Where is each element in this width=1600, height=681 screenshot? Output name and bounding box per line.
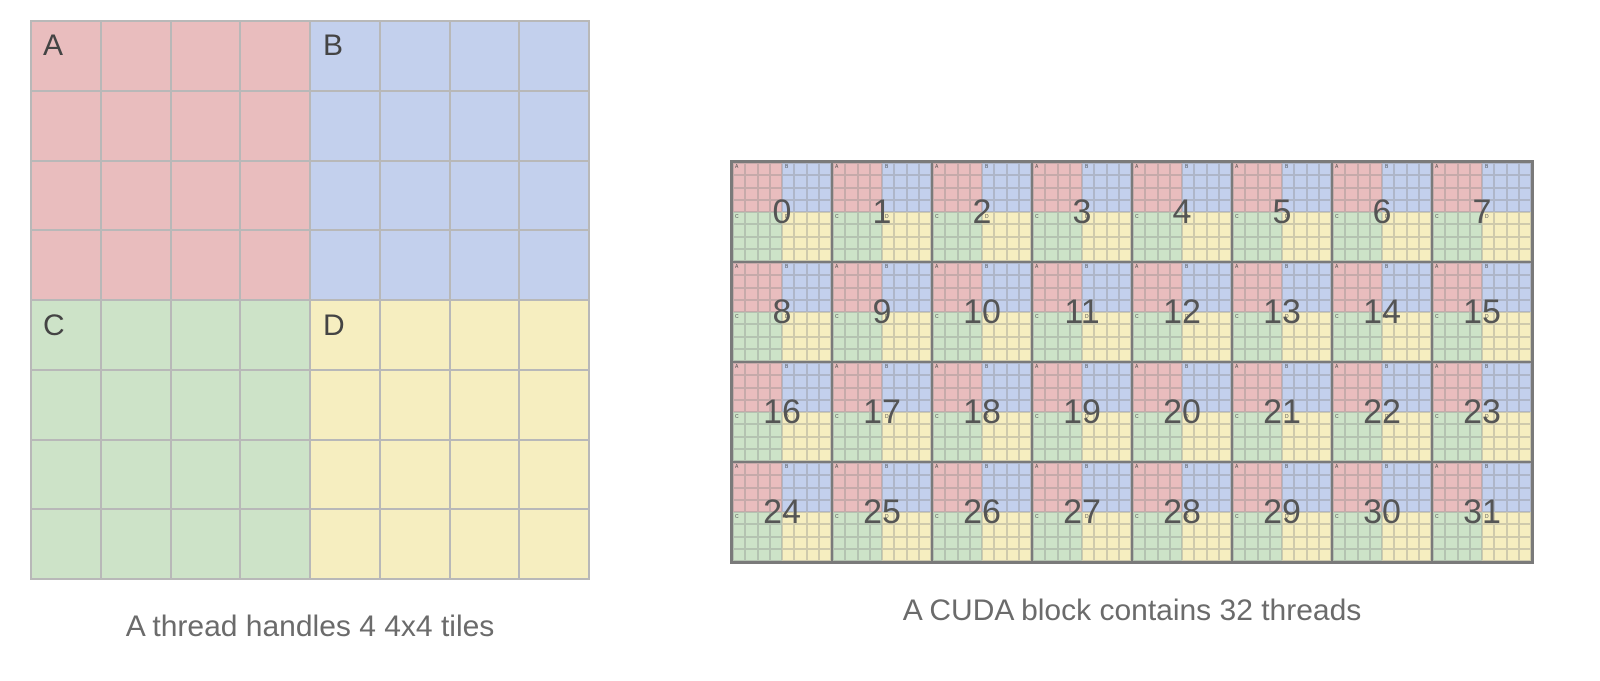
thread-18: ABCD18 xyxy=(932,362,1032,462)
thread-diagram: A B C D xyxy=(30,20,590,580)
thread-2: ABCD2 xyxy=(932,162,1032,262)
thread-number: 11 xyxy=(1033,263,1131,361)
thread-11: ABCD11 xyxy=(1032,262,1132,362)
left-panel: A B C D A thread handles 4 4x4 tiles xyxy=(30,20,590,644)
right-caption: A CUDA block contains 32 threads xyxy=(903,594,1362,628)
thread-5: ABCD5 xyxy=(1232,162,1332,262)
thread-number: 27 xyxy=(1033,463,1131,561)
thread-13: ABCD13 xyxy=(1232,262,1332,362)
thread-8: ABCD8 xyxy=(732,262,832,362)
thread-27: ABCD27 xyxy=(1032,462,1132,562)
thread-25: ABCD25 xyxy=(832,462,932,562)
thread-number: 4 xyxy=(1133,163,1231,261)
thread-7: ABCD7 xyxy=(1432,162,1532,262)
thread-29: ABCD29 xyxy=(1232,462,1332,562)
thread-4: ABCD4 xyxy=(1132,162,1232,262)
right-panel: ABCD0ABCD1ABCD2ABCD3ABCD4ABCD5ABCD6ABCD7… xyxy=(730,160,1534,628)
thread-number: 2 xyxy=(933,163,1031,261)
thread-number: 21 xyxy=(1233,363,1331,461)
label-d: D xyxy=(323,309,345,343)
thread-30: ABCD30 xyxy=(1332,462,1432,562)
thread-number: 31 xyxy=(1433,463,1531,561)
thread-21: ABCD21 xyxy=(1232,362,1332,462)
thread-number: 17 xyxy=(833,363,931,461)
thread-number: 13 xyxy=(1233,263,1331,361)
thread-number: 0 xyxy=(733,163,831,261)
thread-number: 3 xyxy=(1033,163,1131,261)
left-caption: A thread handles 4 4x4 tiles xyxy=(126,610,495,644)
thread-26: ABCD26 xyxy=(932,462,1032,562)
thread-number: 25 xyxy=(833,463,931,561)
thread-14: ABCD14 xyxy=(1332,262,1432,362)
thread-22: ABCD22 xyxy=(1332,362,1432,462)
thread-12: ABCD12 xyxy=(1132,262,1232,362)
cuda-block: ABCD0ABCD1ABCD2ABCD3ABCD4ABCD5ABCD6ABCD7… xyxy=(730,160,1534,564)
thread-number: 28 xyxy=(1133,463,1231,561)
thread-number: 24 xyxy=(733,463,831,561)
thread-number: 20 xyxy=(1133,363,1231,461)
thread-number: 18 xyxy=(933,363,1031,461)
thread-10: ABCD10 xyxy=(932,262,1032,362)
thread-number: 10 xyxy=(933,263,1031,361)
thread-6: ABCD6 xyxy=(1332,162,1432,262)
thread-number: 14 xyxy=(1333,263,1431,361)
thread-number: 22 xyxy=(1333,363,1431,461)
thread-number: 26 xyxy=(933,463,1031,561)
thread-1: ABCD1 xyxy=(832,162,932,262)
label-b: B xyxy=(323,29,343,63)
thread-number: 6 xyxy=(1333,163,1431,261)
thread-0: ABCD0 xyxy=(732,162,832,262)
thread-24: ABCD24 xyxy=(732,462,832,562)
thread-31: ABCD31 xyxy=(1432,462,1532,562)
thread-number: 1 xyxy=(833,163,931,261)
thread-number: 30 xyxy=(1333,463,1431,561)
thread-number: 16 xyxy=(733,363,831,461)
thread-20: ABCD20 xyxy=(1132,362,1232,462)
thread-19: ABCD19 xyxy=(1032,362,1132,462)
thread-number: 5 xyxy=(1233,163,1331,261)
label-a: A xyxy=(43,29,63,63)
thread-number: 15 xyxy=(1433,263,1531,361)
thread-17: ABCD17 xyxy=(832,362,932,462)
thread-number: 23 xyxy=(1433,363,1531,461)
thread-15: ABCD15 xyxy=(1432,262,1532,362)
thread-23: ABCD23 xyxy=(1432,362,1532,462)
thread-number: 8 xyxy=(733,263,831,361)
thread-9: ABCD9 xyxy=(832,262,932,362)
thread-number: 9 xyxy=(833,263,931,361)
thread-number: 7 xyxy=(1433,163,1531,261)
label-c: C xyxy=(43,309,65,343)
thread-number: 12 xyxy=(1133,263,1231,361)
thread-3: ABCD3 xyxy=(1032,162,1132,262)
thread-16: ABCD16 xyxy=(732,362,832,462)
thread-number: 19 xyxy=(1033,363,1131,461)
thread-number: 29 xyxy=(1233,463,1331,561)
thread-28: ABCD28 xyxy=(1132,462,1232,562)
